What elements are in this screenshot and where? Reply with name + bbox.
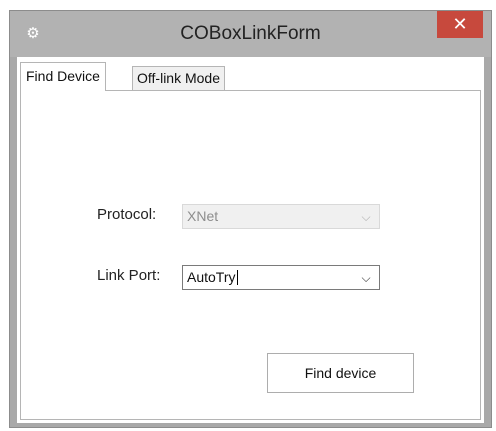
close-icon: ✕ [452,14,468,35]
link-port-label: Link Port: [97,267,161,284]
protocol-label: Protocol: [97,206,157,223]
link-port-value: AutoTry [187,269,236,285]
close-button[interactable]: ✕ [437,11,483,38]
text-caret [236,270,238,285]
link-port-select[interactable]: AutoTry ⌵ [182,265,380,290]
protocol-value: XNet [187,208,219,224]
chevron-down-icon[interactable]: ⌵ [357,266,375,289]
title-bar[interactable]: ⚙ COBoxLinkForm ✕ [10,11,491,57]
dialog-window: ⚙ COBoxLinkForm ✕ Find Device Off-link M… [9,10,492,428]
window-title: COBoxLinkForm [180,23,321,44]
tab-strip: Find Device Off-link Mode [20,62,480,91]
find-device-panel: Protocol: XNet ⌵ Link Port: AutoTry ⌵ Fi… [20,90,481,420]
tab-find-device[interactable]: Find Device [20,62,106,91]
client-area: Find Device Off-link Mode Protocol: XNet… [17,57,484,423]
protocol-select[interactable]: XNet ⌵ [182,204,380,229]
tab-off-link-mode[interactable]: Off-link Mode [132,66,225,90]
chevron-down-icon: ⌵ [361,210,371,224]
find-device-button[interactable]: Find device [267,353,414,393]
